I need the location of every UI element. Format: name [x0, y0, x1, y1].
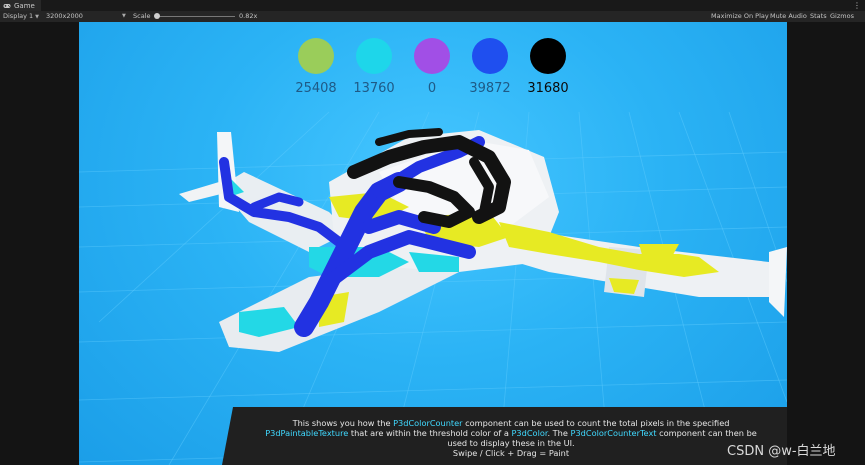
resolution-label: 3200x2000 [46, 12, 83, 20]
color-swatch-blue [472, 38, 508, 74]
letterbox-right [787, 22, 865, 465]
color-count-black: 31680 [527, 81, 569, 96]
description-text-segment: component can be used to count the total… [462, 418, 730, 428]
tab-menu-icon[interactable]: ⋮ [853, 0, 861, 11]
color-swatch-green [298, 38, 334, 74]
game-tab[interactable]: Game [0, 0, 41, 11]
maximize-on-play-button[interactable]: Maximize On Play [711, 11, 769, 22]
scale-slider-track[interactable] [156, 16, 235, 17]
game-toolbar: Display 1 ▼ 3200x2000 ▼ Scale 0.82x Maxim… [0, 11, 865, 22]
tab-title: Game [14, 1, 35, 10]
color-swatch-black [530, 38, 566, 74]
gizmos-button[interactable]: Gizmos [830, 11, 854, 22]
description-text-segment: component can then be [656, 428, 757, 438]
description-text-segment: This shows you how the [292, 418, 394, 428]
mute-audio-button[interactable]: Mute Audio [770, 11, 807, 22]
component-name-highlight: P3dColor [511, 428, 548, 438]
scale-label: Scale [133, 12, 151, 20]
color-swatch-cyan [356, 38, 392, 74]
description-line-4: Swipe / Click + Drag = Paint [452, 448, 570, 458]
chevron-down-icon: ▼ [35, 14, 40, 20]
display-dropdown-label: Display 1 [3, 12, 34, 20]
color-swatch-purple [414, 38, 450, 74]
editor-tab-bar: Game ⋮ [0, 0, 865, 11]
scale-slider-handle[interactable] [154, 13, 160, 19]
stats-button[interactable]: Stats [810, 11, 827, 22]
description-text-segment: that are within the threshold color of a [348, 428, 512, 438]
description-line-2: P3dPaintableTexture that are within the … [246, 428, 776, 438]
gamepad-icon [3, 3, 11, 8]
chevron-down-icon[interactable]: ▼ [122, 11, 126, 22]
component-name-highlight: P3dColorCounterText [570, 428, 657, 438]
csdn-watermark: CSDN @w-白兰地 [727, 444, 836, 459]
description-line-3: used to display these in the UI. [447, 438, 575, 448]
component-name-highlight: P3dPaintableTexture [265, 428, 349, 438]
description-text: This shows you how the P3dColorCounter c… [246, 418, 776, 458]
letterbox-left [0, 22, 79, 465]
description-panel-edge [222, 407, 233, 465]
description-text-segment: . The [547, 428, 571, 438]
scale-value: 0.82x [239, 12, 258, 20]
description-line-1: This shows you how the P3dColorCounter c… [246, 418, 776, 428]
resolution-dropdown[interactable]: 3200x2000 [46, 11, 83, 22]
display-dropdown[interactable]: Display 1 ▼ [3, 11, 39, 22]
component-name-highlight: P3dColorCounter [393, 418, 463, 428]
